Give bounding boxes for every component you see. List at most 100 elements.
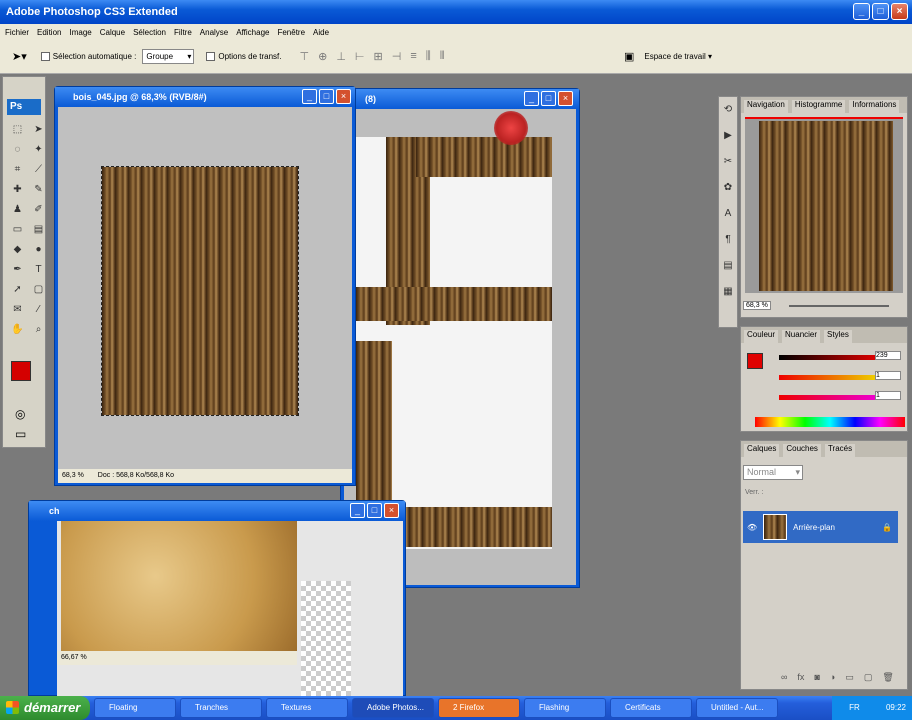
hand-tool-icon[interactable]: ✋: [9, 321, 26, 338]
eraser-icon[interactable]: ▭: [9, 221, 26, 238]
blur-tool-icon[interactable]: ◆: [9, 241, 26, 258]
blend-mode-dropdown[interactable]: Normal: [743, 465, 803, 480]
navigator-preview[interactable]: [745, 117, 903, 293]
tab-color[interactable]: Couleur: [744, 330, 779, 343]
navigator-zoom-slider[interactable]: [789, 305, 889, 307]
group-icon[interactable]: ▭: [845, 672, 854, 683]
tab-navigator[interactable]: Navigation: [744, 100, 788, 113]
auto-select-dropdown[interactable]: Groupe: [142, 49, 195, 64]
doc-paper-zoom[interactable]: 66,67 %: [61, 654, 87, 661]
tab-swatches[interactable]: Nuancier: [782, 330, 821, 343]
history-icon[interactable]: ⟲: [719, 97, 737, 123]
task-textures[interactable]: Textures: [266, 698, 348, 718]
menu-help[interactable]: Aide: [313, 28, 329, 37]
align-middle-icon[interactable]: ⊕: [318, 50, 327, 63]
crop-tool-icon[interactable]: ⌗: [9, 161, 26, 178]
task-flashing[interactable]: Flashing: [524, 698, 606, 718]
history-brush-icon[interactable]: ✐: [30, 201, 47, 218]
doc-maximize-button[interactable]: □: [367, 503, 382, 518]
menu-image[interactable]: Image: [69, 28, 91, 37]
red-value[interactable]: 239: [875, 351, 901, 360]
align-left-icon[interactable]: ⊢: [355, 50, 365, 63]
fx-icon[interactable]: fx: [797, 672, 804, 683]
eyedropper-icon[interactable]: ⁄: [30, 301, 47, 318]
foreground-color[interactable]: [11, 361, 31, 381]
distribute-icon[interactable]: ≡: [410, 50, 416, 63]
layer-row-background[interactable]: 👁 Arrière-plan 🔒: [743, 511, 898, 543]
doc-maximize-button[interactable]: □: [319, 89, 334, 104]
mask-icon[interactable]: ◙: [814, 672, 819, 683]
task-photoshop[interactable]: Adobe Photos...: [352, 698, 434, 718]
align-center-icon[interactable]: ⊞: [374, 50, 383, 63]
tab-info[interactable]: Informations: [849, 100, 900, 113]
auto-select-checkbox[interactable]: [40, 52, 53, 62]
align-top-icon[interactable]: ⊤: [300, 50, 310, 63]
navigator-zoom[interactable]: 68,3 %: [743, 301, 771, 310]
align-bottom-icon[interactable]: ⊥: [336, 50, 346, 63]
link-icon[interactable]: ∞: [781, 672, 787, 683]
shape-tool-icon[interactable]: ▢: [30, 281, 47, 298]
move-tool-icon[interactable]: ➤: [30, 121, 47, 138]
slice-tool-icon[interactable]: ⟋: [30, 161, 47, 178]
tab-styles[interactable]: Styles: [824, 330, 852, 343]
eye-icon[interactable]: 👁: [747, 523, 757, 532]
doc-minimize-button[interactable]: _: [350, 503, 365, 518]
bridge-icon[interactable]: ▣: [624, 50, 634, 63]
actions-icon[interactable]: ▶: [719, 123, 737, 149]
task-floating[interactable]: Floating: [94, 698, 176, 718]
menu-select[interactable]: Sélection: [133, 28, 166, 37]
layer-comps-icon[interactable]: ▦: [719, 279, 737, 305]
transform-checkbox[interactable]: [206, 52, 218, 62]
zoom-tool-icon[interactable]: ⌕: [30, 321, 47, 338]
gradient-tool-icon[interactable]: ▤: [30, 221, 47, 238]
blue-value[interactable]: 1: [875, 391, 901, 400]
green-value[interactable]: 1: [875, 371, 901, 380]
doc-close-button[interactable]: ×: [558, 91, 573, 106]
color-ramp[interactable]: [755, 417, 905, 427]
language-indicator[interactable]: FR: [849, 703, 860, 712]
screen-mode-icon[interactable]: ▭: [15, 427, 26, 441]
new-layer-icon[interactable]: ▢: [864, 672, 873, 683]
align-right-icon[interactable]: ⊣: [392, 50, 402, 63]
doc-paper-canvas[interactable]: [57, 521, 403, 697]
lasso-tool-icon[interactable]: ◌: [9, 141, 26, 158]
start-button[interactable]: démarrer: [0, 696, 90, 720]
tab-channels[interactable]: Couches: [783, 444, 821, 457]
dodge-tool-icon[interactable]: ●: [30, 241, 47, 258]
menu-filter[interactable]: Filtre: [174, 28, 192, 37]
type-tool-icon[interactable]: T: [30, 261, 47, 278]
marquee-tool-icon[interactable]: ⬚: [9, 121, 26, 138]
task-untitled[interactable]: Untitled - Aut...: [696, 698, 778, 718]
workspace-menu[interactable]: Espace de travail ▾: [644, 52, 712, 61]
brush-tool-icon[interactable]: ✎: [30, 181, 47, 198]
move-tool-icon[interactable]: ➤▾: [12, 50, 27, 63]
maximize-button[interactable]: □: [872, 3, 889, 20]
menu-edit[interactable]: Edition: [37, 28, 61, 37]
doc-maximize-button[interactable]: □: [541, 91, 556, 106]
clone-source-icon[interactable]: ▤: [719, 253, 737, 279]
doc-wood-canvas[interactable]: [58, 107, 352, 469]
doc-close-button[interactable]: ×: [336, 89, 351, 104]
quick-mask-icon[interactable]: ◎: [15, 407, 25, 421]
task-firefox[interactable]: 2 Firefox: [438, 698, 520, 718]
distribute-v-icon[interactable]: ⫴: [440, 50, 445, 63]
menu-window[interactable]: Fenêtre: [277, 28, 305, 37]
character-icon[interactable]: A: [719, 201, 737, 227]
doc-minimize-button[interactable]: _: [302, 89, 317, 104]
healing-brush-icon[interactable]: ✚: [9, 181, 26, 198]
tab-layers[interactable]: Calques: [744, 444, 780, 457]
menu-file[interactable]: Fichier: [5, 28, 29, 37]
doc-close-button[interactable]: ×: [384, 503, 399, 518]
distribute-h-icon[interactable]: ⫼: [426, 50, 431, 63]
pen-tool-icon[interactable]: ✒: [9, 261, 26, 278]
trash-icon[interactable]: 🗑: [882, 672, 893, 683]
doc-minimize-button[interactable]: _: [524, 91, 539, 106]
notes-tool-icon[interactable]: ✉: [9, 301, 26, 318]
brushes-icon[interactable]: ✿: [719, 175, 737, 201]
minimize-button[interactable]: _: [853, 3, 870, 20]
clone-stamp-icon[interactable]: ♟: [9, 201, 26, 218]
doc-wood-zoom[interactable]: 68,3 %: [62, 469, 84, 483]
paragraph-icon[interactable]: ¶: [719, 227, 737, 253]
tab-histogram[interactable]: Histogramme: [791, 100, 846, 113]
magic-wand-icon[interactable]: ✦: [30, 141, 47, 158]
